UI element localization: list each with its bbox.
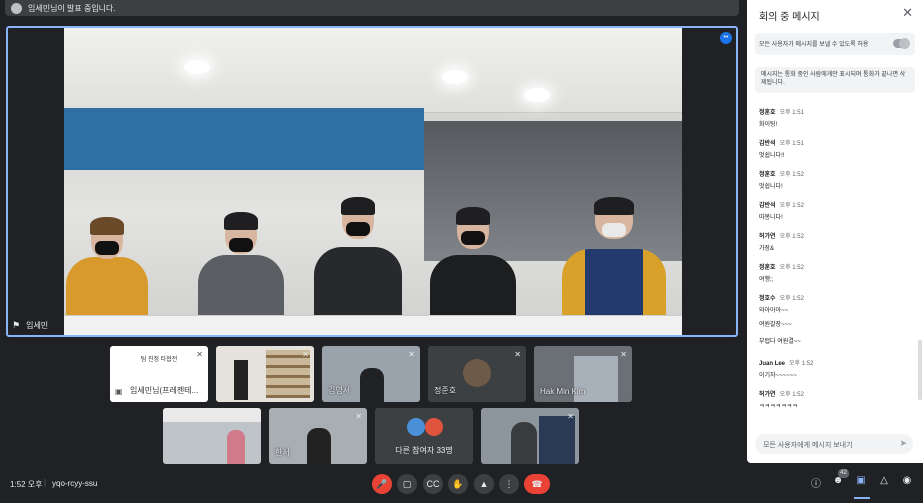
tile-name: 김영서 xyxy=(328,386,351,395)
meet-window: 임세민님이 발표 중입니다. ⚑ 임세민 •• 팀 진정 타협전 ✕ 임세민님(… xyxy=(0,0,923,503)
send-icon[interactable]: ➤ xyxy=(899,438,907,449)
slide-text: 팀 진정 타협전 xyxy=(140,357,178,363)
list-item: 부럽다 여원결~~ xyxy=(759,339,801,345)
desk xyxy=(64,315,682,335)
list-item: 김반석 오후 1:51 멋쉽니다!! xyxy=(759,141,804,159)
info-icon[interactable]: ⓘ xyxy=(808,475,824,493)
speaker-name: 임세민 xyxy=(26,321,49,330)
list-item: Juan Lee 오후 1:52 이기자~~~~~~ xyxy=(759,361,814,379)
tile-name: 정준호 xyxy=(434,386,457,395)
others-tile[interactable]: 다른 참여자 33명 xyxy=(375,408,473,464)
chat-info-text: 메시지는 통화 중인 사람에게만 표시되며 통화가 끝나면 삭제됩니다. xyxy=(755,67,915,93)
presenting-text: 임세민님이 발표 중입니다. xyxy=(28,3,116,13)
speaker-label: ⚑ 임세민 xyxy=(12,320,48,331)
list-item: 정훈호 오후 1:51 화이팅! xyxy=(759,110,804,128)
list-item: 정호수 오후 1:52 와아아아~~ xyxy=(759,296,804,314)
tile-name: 임세민님(프레젠테... xyxy=(130,386,199,395)
allow-messages-label: 모든 사용자가 메시지를 보낼 수 있도록 허용 xyxy=(759,42,869,48)
allow-messages-row: 모든 사용자가 메시지를 보낼 수 있도록 허용 xyxy=(755,33,915,55)
participant-tile[interactable]: ✕ Hak Min Kim xyxy=(534,346,632,402)
person-silhouette xyxy=(360,368,384,402)
participant-tile[interactable]: 팀 진정 타협전 ✕ 임세민님(프레젠테... ▣ xyxy=(110,346,208,402)
mic-off-icon: ✕ xyxy=(514,350,521,359)
present-icon: ▣ xyxy=(115,387,123,396)
activities-icon[interactable]: △ xyxy=(876,475,892,493)
bottom-bar: 1:52 오후 | yqo-rcyy-ssu 🎤 ▢ CC ✋ ▲ ⋮ ☎ ⓘ … xyxy=(0,465,923,503)
clock: 1:52 오후 xyxy=(10,480,43,489)
main-video[interactable]: ⚑ 임세민 •• xyxy=(6,26,738,337)
tile-name: Hak Min Kim xyxy=(540,387,586,396)
person-silhouette xyxy=(227,430,245,464)
person-silhouette xyxy=(511,422,537,464)
allow-messages-toggle[interactable] xyxy=(893,38,910,49)
presenting-banner: 임세민님이 발표 중입니다. xyxy=(5,0,739,16)
list-item: 여원갈장~~~ xyxy=(759,322,792,328)
avatar xyxy=(407,418,425,436)
participant-tile[interactable]: ✕ 김영서 xyxy=(322,346,420,402)
mic-off-icon: ✕ xyxy=(408,350,415,359)
raise-hand-button[interactable]: ✋ xyxy=(448,474,468,494)
background-window xyxy=(539,416,575,464)
message-input[interactable]: 모든 사용자에게 메시지 보내기 ➤ xyxy=(755,434,913,454)
mic-off-icon: ✕ xyxy=(249,412,256,421)
participant-tile[interactable]: ✕ xyxy=(163,408,261,464)
participant-figure xyxy=(66,215,148,315)
participant-tile[interactable]: ✕ 정준호 xyxy=(428,346,526,402)
more-options-button[interactable]: ⋮ xyxy=(499,474,519,494)
participants-count-badge: 42 xyxy=(838,469,849,478)
avatar xyxy=(11,2,22,14)
chat-icon[interactable]: ▣ xyxy=(853,475,869,493)
list-item: 정훈호 오후 1:52 여행;; xyxy=(759,265,804,283)
ceiling xyxy=(163,408,261,422)
close-icon[interactable]: ✕ xyxy=(902,5,913,21)
captions-button[interactable]: CC xyxy=(423,474,443,494)
mic-off-icon: ✕ xyxy=(302,350,309,359)
message-list: 정훈호 오후 1:51 화이팅! 김반석 오후 1:51 멋쉽니다!! 정훈호 오후 1:… xyxy=(759,107,909,427)
end-call-button[interactable]: ☎ xyxy=(524,474,550,494)
ceiling xyxy=(64,28,682,113)
avatar xyxy=(425,418,443,436)
camera-button[interactable]: ▢ xyxy=(397,474,417,494)
present-button[interactable]: ▲ xyxy=(474,474,494,494)
message-input-placeholder: 모든 사용자에게 메시지 보내기 xyxy=(763,442,853,449)
tripod xyxy=(234,360,248,400)
participant-tile[interactable]: ✕ 한서 xyxy=(269,408,367,464)
chat-panel: 회의 중 메시지 ✕ 모든 사용자가 메시지를 보낼 수 있도록 허용 메시지는… xyxy=(747,0,923,463)
scrollbar[interactable] xyxy=(918,340,922,400)
mic-off-icon: ✕ xyxy=(620,350,627,359)
list-item: 허가연 오후 1:52 가장& xyxy=(759,234,804,252)
meeting-code: yqo-rcyy-ssu xyxy=(52,479,98,488)
mic-off-button[interactable]: 🎤 xyxy=(372,474,392,494)
list-item: 정훈호 오후 1:52 멋쉽니다! xyxy=(759,172,804,190)
participant-tile[interactable]: ✕ xyxy=(216,346,314,402)
mic-off-icon: ✕ xyxy=(567,412,574,421)
participant-figure xyxy=(198,210,284,315)
participant-figure xyxy=(314,197,402,315)
others-count-label: 다른 참여자 33명 xyxy=(395,446,453,455)
participant-figure xyxy=(430,207,516,315)
list-item: 허가연 오후 1:52 ㅋㅋㅋㅋㅋㅋㅋ xyxy=(759,392,804,410)
conference-room-video xyxy=(64,28,682,335)
host-controls-icon[interactable]: ◉ xyxy=(899,475,915,493)
mic-off-icon: ✕ xyxy=(196,350,203,359)
pin-icon[interactable]: ⚑ xyxy=(12,320,20,331)
blue-wall xyxy=(64,108,424,170)
participant-figure xyxy=(562,197,666,315)
ceiling-light xyxy=(184,60,210,74)
ceiling-light xyxy=(524,88,550,102)
participant-tile[interactable]: ✕ xyxy=(481,408,579,464)
mic-off-icon: ✕ xyxy=(355,412,362,421)
chat-active-indicator xyxy=(854,497,870,499)
list-item: 김반석 오후 1:52 따봉니다! xyxy=(759,203,804,221)
panel-title: 회의 중 메시지 xyxy=(759,12,820,23)
separator: | xyxy=(44,478,47,487)
person-silhouette xyxy=(307,428,331,464)
avatar xyxy=(463,359,491,387)
audio-level-icon: •• xyxy=(720,32,732,44)
ceiling-light xyxy=(442,70,468,84)
tile-name: 한서 xyxy=(275,448,290,457)
